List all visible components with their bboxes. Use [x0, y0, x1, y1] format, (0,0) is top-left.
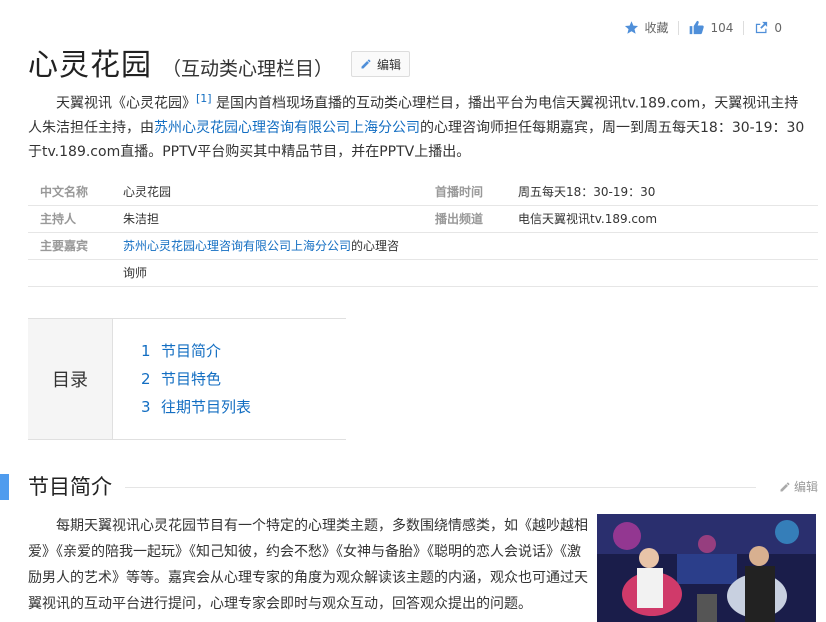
info-name: 首播时间: [435, 185, 484, 199]
thumbs-up-icon: [690, 20, 705, 35]
toc-number: 1: [141, 342, 151, 360]
toc-label: 目录: [28, 319, 113, 439]
page-subtitle: （互动类心理栏目）: [162, 58, 334, 80]
info-value: 朱洁担: [123, 212, 160, 226]
action-toolbar: 收藏 104 0: [624, 19, 782, 36]
info-value: 苏州心灵花园心理咨询有限公司上海分公司的心理咨: [123, 233, 423, 259]
toc-item-label: 往期节目列表: [161, 398, 252, 416]
info-value: 心灵花园: [123, 185, 172, 199]
toc-item[interactable]: 3 往期节目列表: [141, 393, 251, 421]
toc-number: 2: [141, 370, 151, 388]
company-link[interactable]: 苏州心灵花园心理咨询有限公司上海分公司: [154, 120, 420, 136]
info-name: 主要嘉宾: [40, 239, 89, 253]
info-value-text: 的心理咨: [351, 239, 400, 253]
section-header: 节目简介 编辑: [0, 472, 826, 502]
share-icon: [756, 21, 768, 34]
basic-info-box: 中文名称 心灵花园 首播时间 周五每天18：30-19：30 主持人 朱洁担 播…: [28, 179, 818, 287]
divider: [743, 20, 745, 35]
info-row: 主持人 朱洁担 播出频道 电信天翼视讯tv.189.com: [28, 206, 818, 233]
info-value: 电信天翼视讯tv.189.com: [518, 212, 658, 226]
info-name: 中文名称: [40, 185, 89, 199]
divider: [678, 20, 680, 35]
toc-item[interactable]: 2 节目特色: [141, 365, 251, 393]
info-name: [28, 260, 123, 286]
edit-label: 编辑: [377, 57, 402, 72]
info-row: 主要嘉宾 苏州心灵花园心理咨询有限公司上海分公司的心理咨: [28, 233, 818, 260]
share-count: 0: [774, 20, 782, 35]
studio-scene-image: [597, 514, 816, 622]
like-count: 104: [710, 20, 734, 35]
divider: [125, 487, 756, 488]
share-button[interactable]: 0: [754, 20, 782, 35]
summary-text: 天翼视讯《心灵花园》: [56, 95, 196, 112]
section-accent-bar: [0, 474, 9, 500]
lemma-summary: 天翼视讯《心灵花园》[1] 是国内首档现场直播的互动类心理栏目，播出平台为电信天…: [28, 87, 808, 164]
collect-label: 收藏: [644, 21, 669, 35]
toc-item[interactable]: 1 节目简介: [141, 337, 251, 365]
section-text: 每期天翼视讯心灵花园节目有一个特定的心理类主题，多数围绕情感类，如《越吵越相爱》…: [28, 518, 588, 612]
pencil-icon: [780, 482, 790, 491]
collect-button[interactable]: 收藏: [624, 19, 668, 36]
guest-company-link[interactable]: 苏州心灵花园心理咨询有限公司上海分公司: [123, 239, 351, 253]
like-button[interactable]: 104: [689, 20, 733, 35]
toc-list: 1 节目简介 2 节目特色 3 往期节目列表: [113, 319, 251, 439]
pencil-icon: [361, 59, 371, 69]
toc-number: 3: [141, 398, 151, 416]
info-value: 周五每天18：30-19：30: [518, 185, 656, 199]
section-edit-button[interactable]: 编辑: [779, 478, 818, 495]
section-edit-label: 编辑: [793, 480, 818, 494]
program-photo[interactable]: [597, 514, 816, 622]
star-icon: [625, 21, 639, 34]
toc-item-label: 节目简介: [161, 342, 222, 360]
toc-item-label: 节目特色: [161, 370, 222, 388]
section-title: 节目简介: [28, 475, 112, 499]
info-row: 中文名称 心灵花园 首播时间 周五每天18：30-19：30: [28, 179, 818, 206]
edit-button[interactable]: 编辑: [351, 51, 411, 77]
title-row: 心灵花园 （互动类心理栏目） 编辑: [28, 40, 411, 84]
info-name: 播出频道: [435, 212, 484, 226]
info-row: 询师: [28, 260, 818, 287]
info-value: 询师: [123, 266, 148, 280]
reference-link[interactable]: [1]: [196, 92, 212, 105]
info-name: 主持人: [40, 212, 77, 226]
table-of-contents: 目录 1 节目简介 2 节目特色 3 往期节目列表: [28, 318, 346, 440]
page-title: 心灵花园: [28, 48, 152, 83]
